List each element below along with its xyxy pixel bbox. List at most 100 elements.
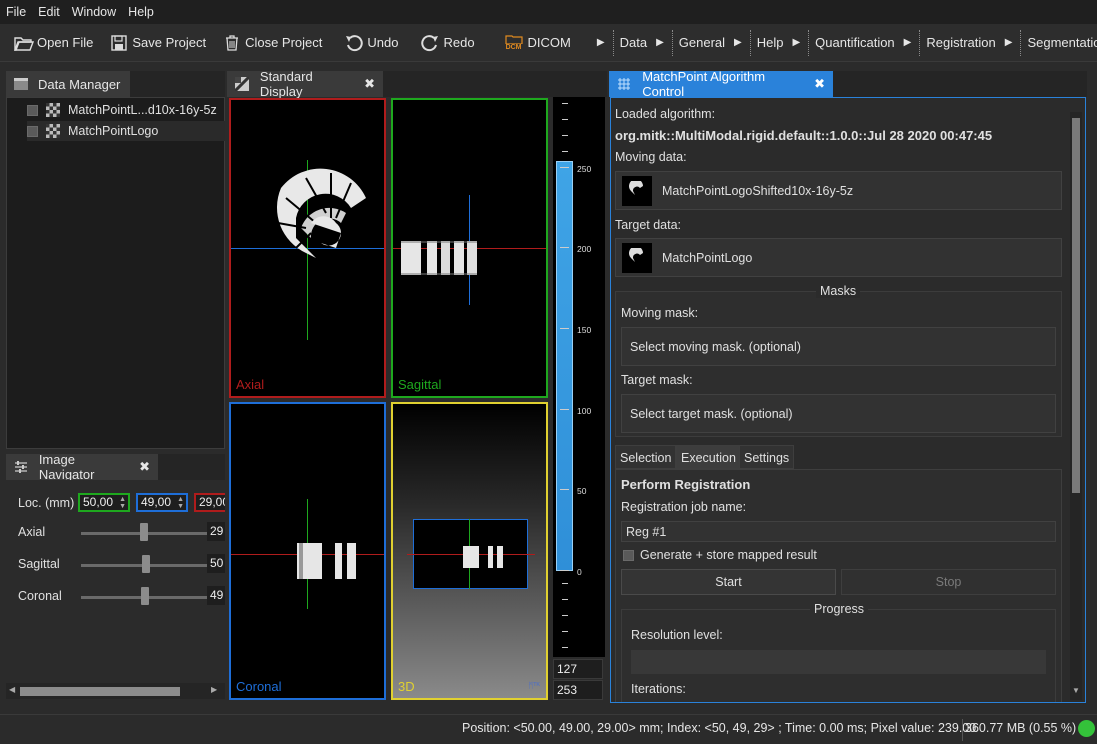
job-name-label: Registration job name:: [621, 500, 747, 514]
start-button[interactable]: Start: [621, 569, 836, 595]
moving-mask-label: Moving mask:: [621, 306, 699, 320]
lut-major-tick: [560, 489, 569, 490]
toolbar: Open File Save Project Close Project Und…: [0, 24, 1097, 62]
toolbar-menu-registration[interactable]: Registration: [923, 35, 999, 50]
close-icon[interactable]: ✖: [814, 76, 825, 92]
toolbar-menu-general[interactable]: General: [676, 35, 729, 50]
toolbar-expand-arrow-icon[interactable]: ▶: [597, 37, 605, 48]
coronal-slider-handle[interactable]: [141, 587, 149, 605]
moving-mask-selector[interactable]: Select moving mask. (optional): [621, 327, 1056, 366]
moving-mask-placeholder: Select moving mask. (optional): [630, 339, 801, 354]
list-item[interactable]: MatchPointL...d10x-16y-5z: [27, 100, 225, 120]
coronal-view[interactable]: Coronal: [229, 402, 386, 700]
axial-slider-handle[interactable]: [140, 523, 148, 541]
coronal-slider-label: Coronal: [18, 589, 62, 603]
coronal-slice-value[interactable]: 49: [207, 586, 225, 605]
lut-minor-tick: [562, 151, 568, 152]
navigator-horizontal-scrollbar[interactable]: ◀ ▶: [6, 683, 225, 699]
dicom-button[interactable]: DCM DICOM: [497, 28, 577, 58]
matchpoint-title: MatchPoint Algorithm Control: [642, 69, 766, 99]
3d-view[interactable]: ᛗᵀᴷ 3D: [391, 402, 548, 700]
loc-y-value: 49,00: [141, 495, 172, 509]
scrollbar-thumb[interactable]: [1072, 118, 1080, 493]
data-manager-icon: [14, 78, 28, 90]
axial-view[interactable]: Axial: [229, 98, 386, 398]
visibility-checkbox[interactable]: [27, 125, 38, 137]
visibility-checkbox[interactable]: [27, 104, 38, 116]
job-name-input[interactable]: Reg #1: [621, 521, 1056, 542]
redo-icon: [420, 34, 440, 52]
menu-edit[interactable]: Edit: [36, 5, 70, 19]
help-arrow-icon[interactable]: ▶: [792, 37, 800, 48]
tab-execution[interactable]: Execution: [676, 445, 741, 469]
save-project-button[interactable]: Save Project: [103, 28, 212, 58]
registration-arrow-icon[interactable]: ▶: [1005, 37, 1013, 48]
loc-y-field[interactable]: 49,00 ▲ ▼: [136, 493, 188, 512]
toolbar-menu-data[interactable]: Data: [617, 35, 651, 50]
matchpoint-vertical-scrollbar[interactable]: ▼: [1070, 112, 1082, 700]
redo-button[interactable]: Redo: [414, 28, 480, 58]
close-icon[interactable]: ✖: [364, 76, 375, 92]
sagittal-slider-handle[interactable]: [142, 555, 150, 573]
sliders-icon: [14, 460, 29, 474]
sagittal-view-label: Sagittal: [398, 377, 442, 392]
coronal-logo-slice: [297, 543, 356, 579]
tab-settings[interactable]: Settings: [739, 445, 795, 469]
sagittal-slice-value[interactable]: 50: [207, 554, 225, 573]
close-icon[interactable]: ✖: [139, 459, 150, 475]
scroll-down-icon[interactable]: ▼: [1072, 686, 1080, 695]
open-file-button[interactable]: Open File: [8, 28, 99, 58]
list-item[interactable]: MatchPointLogo: [27, 121, 225, 141]
quantification-arrow-icon[interactable]: ▶: [904, 37, 912, 48]
image-navigator-tabbar: Image Navigator ✖: [6, 452, 225, 482]
loc-x-field[interactable]: 50,00 ▲ ▼: [78, 493, 130, 512]
tab-image-navigator[interactable]: Image Navigator ✖: [6, 452, 158, 482]
tab-data-manager[interactable]: Data Manager: [6, 71, 130, 97]
generate-mapped-result-checkbox[interactable]: [623, 550, 634, 561]
spin-arrows-icon[interactable]: ▲ ▼: [119, 496, 126, 510]
target-mask-selector[interactable]: Select target mask. (optional): [621, 394, 1056, 433]
moving-data-selector[interactable]: MatchPointLogoShifted10x-16y-5z: [615, 171, 1062, 210]
moving-data-value: MatchPointLogoShifted10x-16y-5z: [662, 183, 854, 198]
tab-matchpoint[interactable]: MatchPoint Algorithm Control ✖: [609, 69, 833, 99]
image-thumbnail-icon: [46, 124, 60, 138]
tab-selection[interactable]: Selection: [615, 445, 677, 469]
level-window-bar[interactable]: [556, 161, 573, 571]
target-data-selector[interactable]: MatchPointLogo: [615, 238, 1062, 277]
axial-slice-value[interactable]: 29: [207, 522, 225, 541]
menu-file[interactable]: File: [4, 5, 36, 19]
folder-open-icon: [14, 34, 34, 52]
scroll-left-icon[interactable]: ◀: [9, 685, 15, 694]
data-arrow-icon[interactable]: ▶: [656, 37, 664, 48]
lut-major-tick: [560, 570, 569, 571]
menu-window[interactable]: Window: [70, 5, 126, 19]
lut-tick-label: 0: [577, 567, 582, 577]
sagittal-view[interactable]: Sagittal: [391, 98, 548, 398]
level-window-widget[interactable]: 250 200 150 100 50 0: [553, 97, 605, 657]
loaded-algorithm-value: org.mitk::MultiModal.rigid.default::1.0.…: [615, 128, 993, 143]
undo-button[interactable]: Undo: [338, 28, 404, 58]
lut-tick-label: 50: [577, 486, 587, 496]
data-manager-tree: MatchPointL...d10x-16y-5z MatchPointLogo: [6, 97, 225, 449]
general-arrow-icon[interactable]: ▶: [734, 37, 742, 48]
close-project-button[interactable]: Close Project: [216, 28, 328, 58]
tab-standard-display[interactable]: Standard Display ✖: [227, 69, 383, 99]
stop-button[interactable]: Stop: [841, 569, 1056, 595]
loc-z-field[interactable]: 29,00: [194, 493, 225, 512]
lut-tick-label: 200: [577, 244, 592, 254]
level-value[interactable]: 127: [553, 659, 603, 679]
toolbar-menu-help[interactable]: Help: [754, 35, 788, 50]
scroll-right-icon[interactable]: ▶: [211, 685, 217, 694]
menu-help[interactable]: Help: [126, 5, 164, 19]
spin-arrows-icon[interactable]: ▲ ▼: [177, 496, 184, 510]
window-value[interactable]: 253: [553, 680, 603, 700]
toolbar-separator: [919, 29, 921, 56]
undo-icon: [344, 34, 364, 52]
generate-mapped-result-label: Generate + store mapped result: [640, 548, 817, 562]
toolbar-menu-quantification[interactable]: Quantification: [812, 35, 899, 50]
scrollbar-thumb[interactable]: [20, 687, 180, 696]
axial-view-label: Axial: [236, 377, 265, 392]
toolbar-menu-segmentation[interactable]: Segmentation: [1024, 35, 1097, 50]
target-mask-placeholder: Select target mask. (optional): [630, 406, 793, 421]
lut-minor-tick: [562, 647, 568, 648]
